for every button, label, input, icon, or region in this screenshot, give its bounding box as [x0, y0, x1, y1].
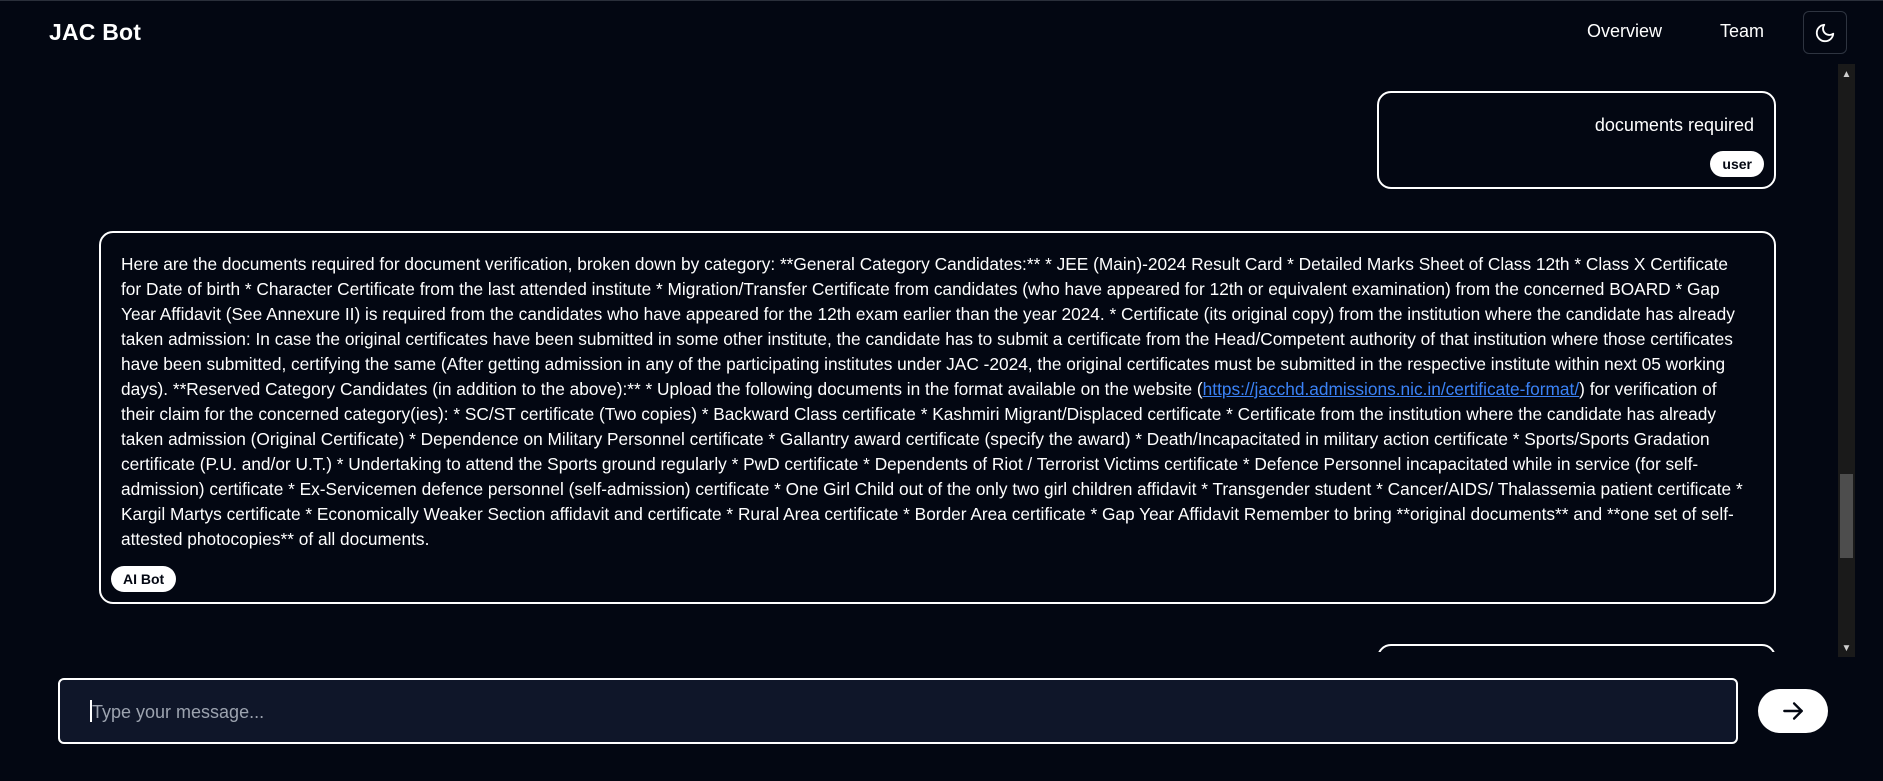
text-caret — [90, 700, 92, 722]
bot-role-badge: AI Bot — [111, 566, 177, 592]
bot-message-text-part-1: Here are the documents required for docu… — [121, 254, 1735, 399]
nav-overview-link[interactable]: Overview — [1587, 21, 1662, 42]
send-button[interactable] — [1758, 689, 1828, 733]
message-input[interactable] — [90, 680, 1694, 744]
bot-message-text-part-2: ) for verification of their claim for th… — [121, 379, 1743, 549]
scroll-up-arrow-icon[interactable]: ▲ — [1838, 66, 1855, 83]
certificate-format-link[interactable]: https://jacchd.admissions.nic.in/certifi… — [1203, 379, 1580, 399]
bot-message-text: Here are the documents required for docu… — [121, 252, 1750, 552]
user-message-bubble-partial — [1377, 644, 1776, 652]
user-message-text: documents required — [1594, 115, 1754, 135]
user-role-badge: user — [1710, 151, 1764, 177]
scroll-down-arrow-icon[interactable]: ▼ — [1838, 640, 1855, 657]
arrow-right-icon — [1783, 702, 1803, 720]
scrollbar-thumb[interactable] — [1840, 474, 1853, 558]
bot-message-bubble: Here are the documents required for docu… — [99, 231, 1776, 604]
moon-icon — [1815, 23, 1835, 42]
chat-scrollbar[interactable]: ▲ ▼ — [1838, 64, 1855, 657]
nav-team-link[interactable]: Team — [1720, 21, 1764, 42]
top-navbar: JAC Bot Overview Team — [0, 0, 1883, 65]
brand-title[interactable]: JAC Bot — [49, 19, 141, 46]
user-message-bubble: documents required user — [1377, 91, 1776, 189]
chat-message-list[interactable]: documents required user Here are the doc… — [0, 64, 1840, 652]
page: JAC Bot Overview Team documents required… — [0, 0, 1883, 781]
message-input-container — [58, 678, 1738, 744]
theme-toggle-button[interactable] — [1803, 11, 1847, 54]
